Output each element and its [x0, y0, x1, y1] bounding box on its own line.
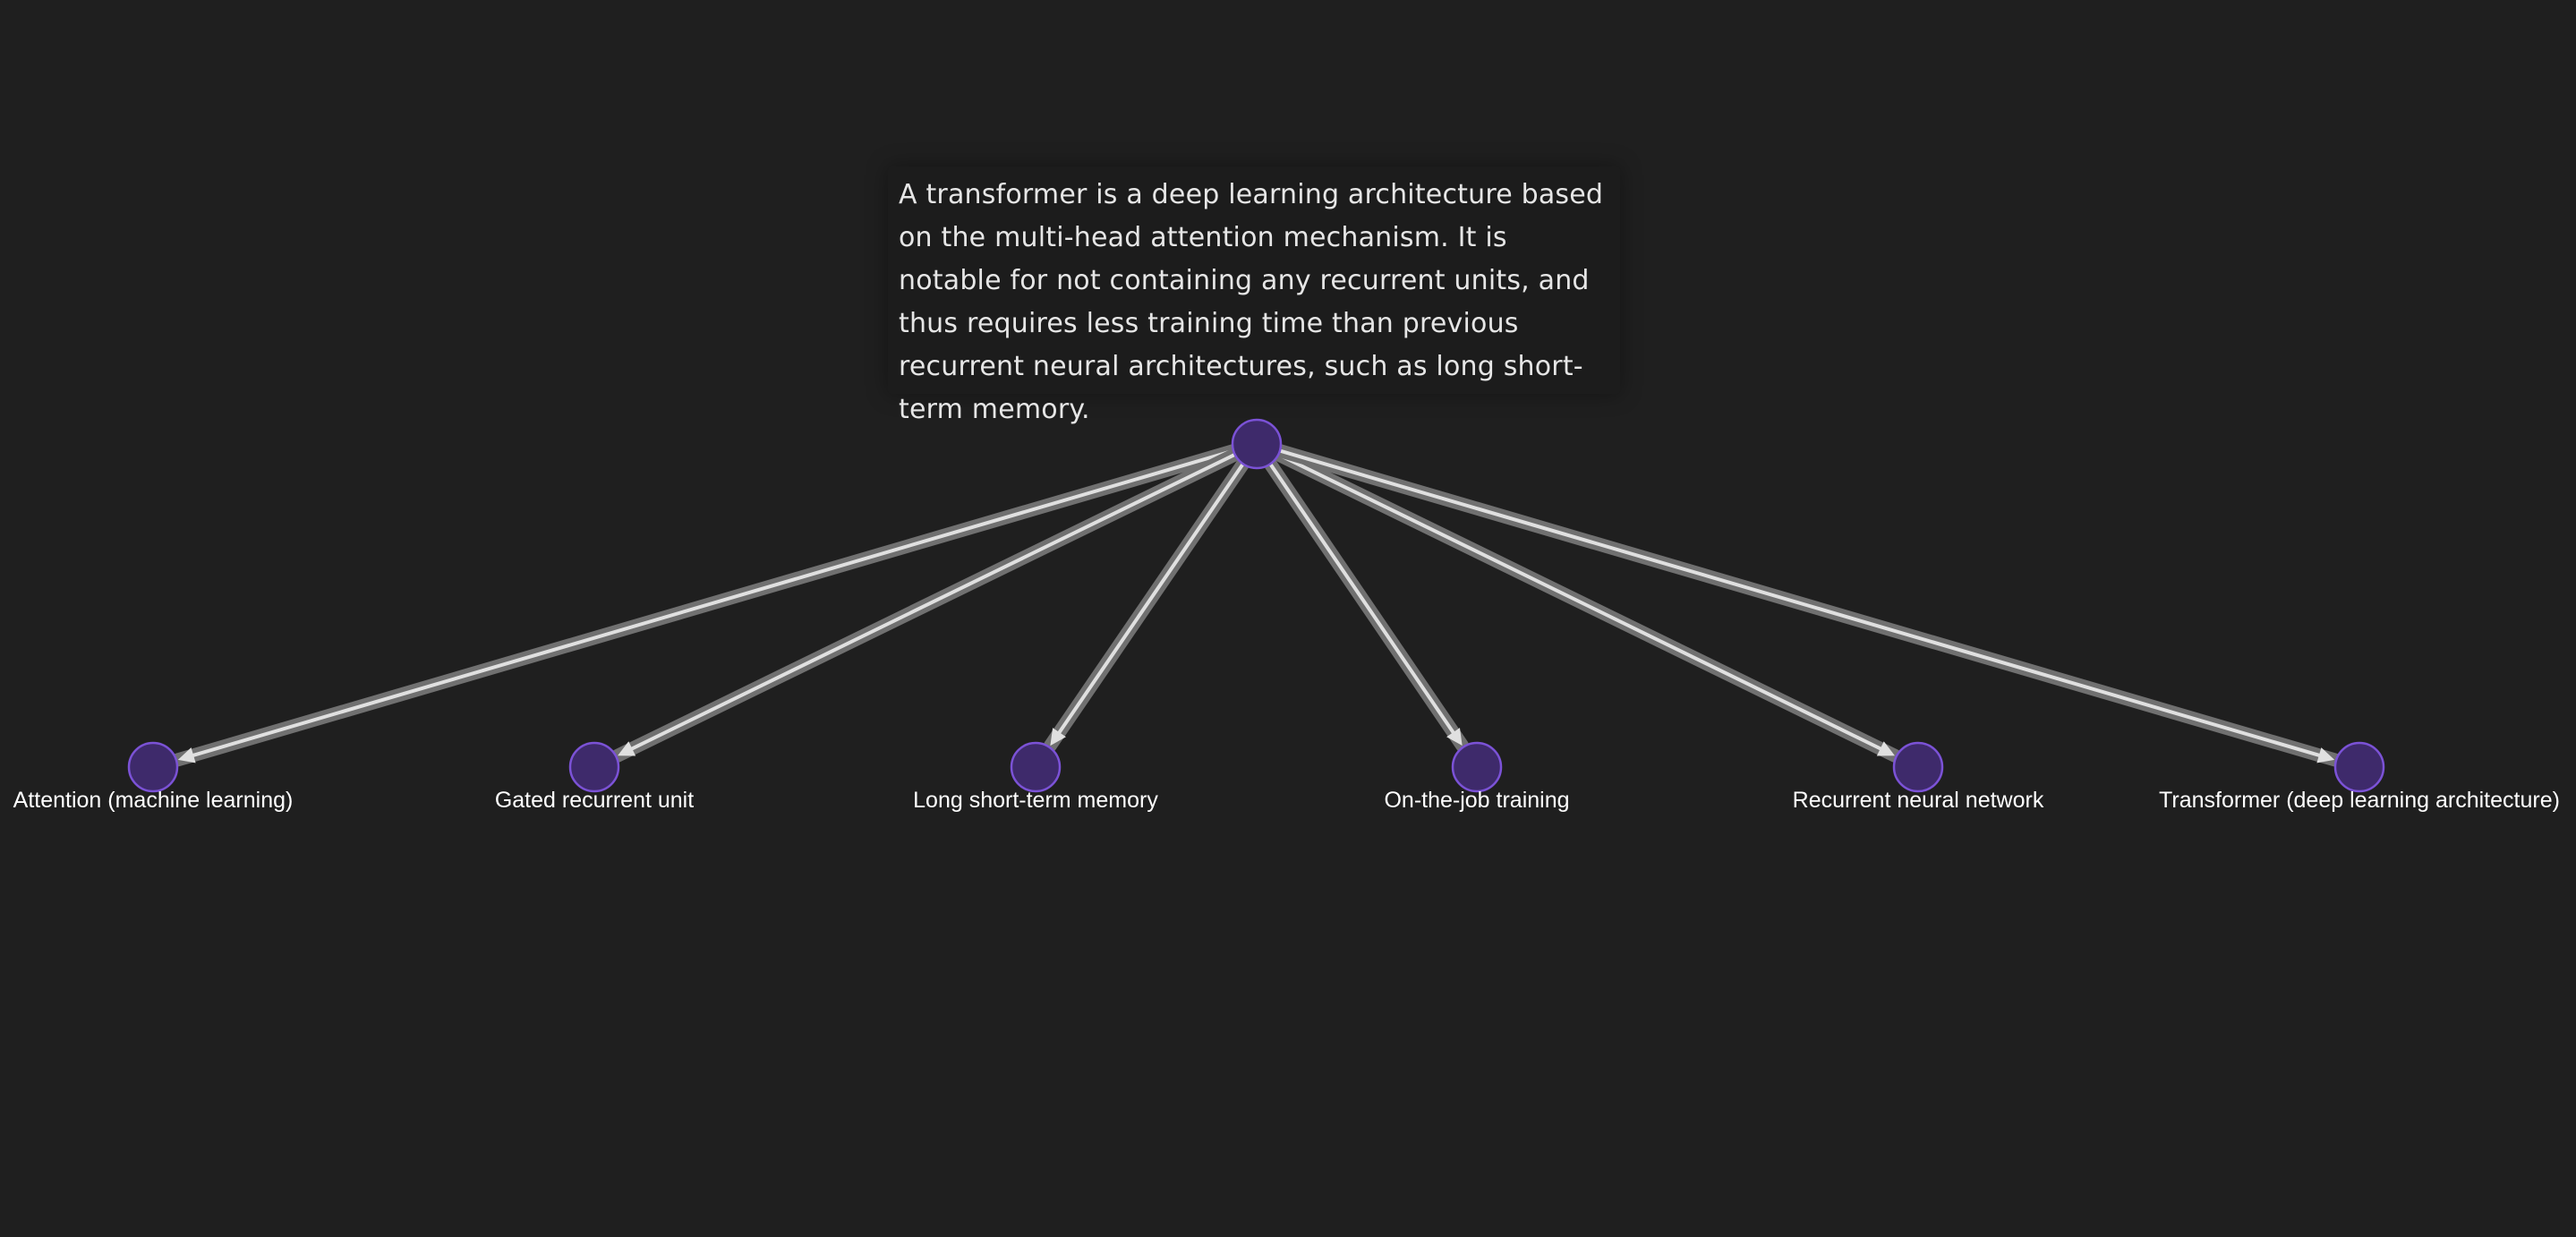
graph-node[interactable]: [2333, 741, 2385, 793]
graph-node[interactable]: [127, 741, 179, 793]
graph-node[interactable]: [1451, 741, 1503, 793]
node-description-text: A transformer is a deep learning archite…: [899, 179, 1604, 425]
graph-node[interactable]: [1010, 741, 1062, 793]
edge-line: [1051, 462, 1245, 744]
node-description-popup: A transformer is a deep learning archite…: [888, 166, 1620, 425]
graph-node[interactable]: [1892, 741, 1944, 793]
node-label[interactable]: Gated recurrent unit: [344, 788, 845, 814]
graph-canvas[interactable]: A transformer is a deep learning archite…: [0, 0, 2576, 1237]
node-label[interactable]: On-the-job training: [1226, 788, 1727, 814]
node-label[interactable]: Transformer (deep learning architecture): [2109, 788, 2576, 814]
node-label[interactable]: Recurrent neural network: [1668, 788, 2169, 814]
graph-node[interactable]: [568, 741, 620, 793]
edge-line: [1268, 462, 1462, 744]
edge-n3: [1263, 456, 1470, 753]
node-label[interactable]: Long short-term memory: [785, 788, 1286, 814]
edge-n2: [1043, 456, 1250, 753]
